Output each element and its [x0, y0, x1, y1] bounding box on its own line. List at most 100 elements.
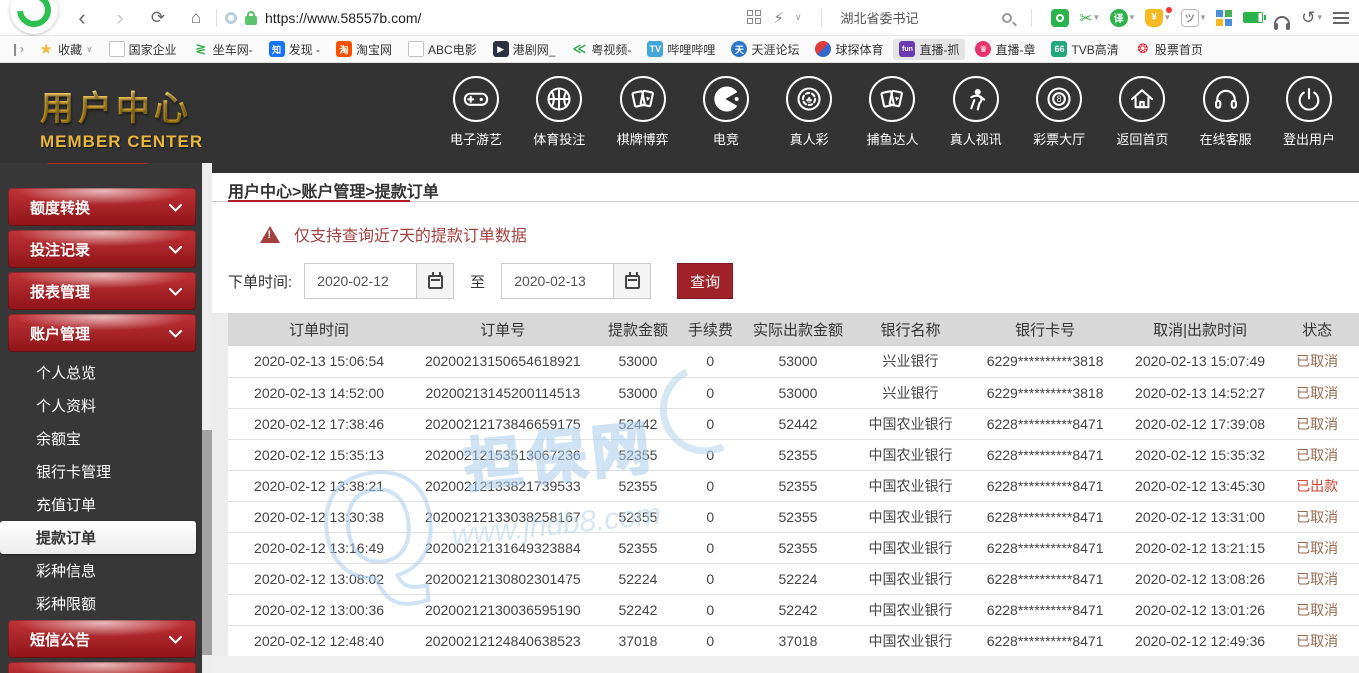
- nav-item-真人彩[interactable]: ♣ 真人彩: [773, 76, 845, 148]
- nav-item-彩票大厅[interactable]: 8 彩票大厅: [1023, 76, 1095, 148]
- bookmark-label: 股票首页: [1155, 41, 1203, 58]
- table-cell: 2020-02-12 13:30:38: [228, 501, 410, 532]
- reload-icon[interactable]: ⟳: [146, 8, 170, 28]
- table-row: 2020-02-12 13:16:49202002121316493238845…: [228, 532, 1359, 563]
- game-center-icon[interactable]: ツ▾: [1181, 9, 1206, 27]
- bookmark-favicon: ★: [38, 41, 54, 57]
- sidebar-item-彩种限额[interactable]: 彩种限额: [0, 587, 202, 620]
- person-icon: [953, 76, 999, 122]
- calendar-icon[interactable]: [416, 264, 453, 298]
- nav-item-在线客服[interactable]: 在线客服: [1190, 76, 1262, 148]
- sidebar-section-投注记录[interactable]: 投注记录: [8, 230, 196, 268]
- browser-logo-icon[interactable]: [10, 0, 58, 34]
- sidebar-item-充值订单[interactable]: 充值订单: [0, 488, 202, 521]
- headset-icon: [1203, 76, 1249, 122]
- bookmark-item[interactable]: 66TVB高清: [1045, 39, 1124, 60]
- warning-text: 仅支持查询近7天的提款订单数据: [294, 222, 527, 246]
- sidebar-item-彩种信息[interactable]: 彩种信息: [0, 554, 202, 587]
- nav-item-捕鱼达人[interactable]: ♥ 捕鱼达人: [856, 76, 928, 148]
- status-cell: 已取消: [1275, 563, 1359, 594]
- sidebar-section-短信公告[interactable]: 短信公告: [8, 620, 196, 658]
- home-icon[interactable]: ⌂: [184, 8, 208, 28]
- sidebar-section-优惠活动[interactable]: 优惠活动: [8, 662, 196, 673]
- calendar-icon[interactable]: [613, 264, 650, 298]
- nav-item-登出用户[interactable]: 登出用户: [1273, 76, 1345, 148]
- nav-item-真人视讯[interactable]: 真人视讯: [940, 76, 1012, 148]
- collapse-sidebar-icon[interactable]: ❙›: [6, 42, 28, 56]
- bookmark-item[interactable]: 天天涯论坛: [725, 39, 805, 60]
- forward-icon[interactable]: ›: [108, 8, 132, 28]
- sidebar-section-label: 投注记录: [30, 239, 90, 260]
- sidebar-section-报表管理[interactable]: 报表管理: [8, 272, 196, 310]
- translate-icon[interactable]: 译▾: [1110, 9, 1135, 27]
- bookmark-item[interactable]: 淘淘宝网: [330, 39, 398, 60]
- search-icon[interactable]: [1002, 13, 1012, 23]
- sidebar-clipped-button: [45, 163, 150, 164]
- table-cell: 52242: [596, 594, 681, 625]
- breadcrumb: 用户中心>账户管理>提款订单: [228, 178, 439, 202]
- status-cell: 已出款: [1275, 470, 1359, 501]
- back-icon[interactable]: ‹: [70, 8, 94, 28]
- bookmark-item[interactable]: TV哔哩哔哩: [641, 39, 721, 60]
- date-to-input[interactable]: 2020-02-13: [501, 263, 651, 299]
- nav-item-电竞[interactable]: 电竞: [690, 76, 762, 148]
- bookmark-item[interactable]: ▶港剧网_: [487, 39, 562, 60]
- sidebar-section-额度转换[interactable]: 额度转换: [8, 188, 196, 226]
- sidebar-item-银行卡管理[interactable]: 银行卡管理: [0, 455, 202, 488]
- sidebar-item-个人总览[interactable]: 个人总览: [0, 356, 202, 389]
- table-cell: 20200212133038258167: [410, 501, 595, 532]
- sidebar-item-余额宝[interactable]: 余额宝: [0, 422, 202, 455]
- address-bar[interactable]: https://www.58557b.com/: [265, 10, 421, 26]
- quick-launch-dropdown-icon[interactable]: ∨: [795, 12, 802, 23]
- nav-item-label: 登出用户: [1283, 129, 1335, 148]
- bookmark-item[interactable]: ♛直播-章: [969, 39, 1041, 60]
- bookmark-item[interactable]: ★收藏∨: [32, 39, 99, 60]
- nav-item-体育投注[interactable]: 体育投注: [523, 76, 595, 148]
- query-button[interactable]: 查询: [677, 263, 733, 299]
- sidebar-item-个人资料[interactable]: 个人资料: [0, 389, 202, 422]
- table-cell: 53000: [740, 346, 855, 377]
- table-cell: 中国农业银行: [856, 501, 966, 532]
- table-row: 2020-02-12 12:48:40202002121248406385233…: [228, 625, 1359, 656]
- nav-item-电子游艺[interactable]: 电子游艺: [440, 76, 512, 148]
- bookmark-item[interactable]: ≷坐车网-: [187, 39, 259, 60]
- bookmark-item[interactable]: 国家企业: [103, 39, 183, 60]
- table-cell: 中国农业银行: [856, 439, 966, 470]
- browser-brand-icon[interactable]: [1051, 9, 1069, 27]
- screenshot-scissors-icon[interactable]: ✂▾: [1080, 9, 1099, 27]
- sidebar-item-提款订单[interactable]: 提款订单: [0, 521, 196, 554]
- bookmark-item[interactable]: ≪粤视频-: [565, 39, 637, 60]
- bookmark-item[interactable]: ABC电影: [402, 39, 483, 60]
- bookmark-item[interactable]: ❂股票首页: [1129, 39, 1209, 60]
- table-cell: 37018: [740, 625, 855, 656]
- bookmark-label: TVB高清: [1071, 41, 1118, 58]
- browser-toolbar: ‹ › ⟳ ⌂ https://www.58557b.com/ ⚡ ∨ 湖北省委…: [0, 0, 1359, 36]
- date-from-input[interactable]: 2020-02-12: [304, 263, 454, 299]
- nav-item-返回首页[interactable]: 返回首页: [1106, 76, 1178, 148]
- headphones-icon[interactable]: [1274, 16, 1290, 26]
- bookmark-item[interactable]: fun直播-抓: [893, 39, 965, 60]
- apps-grid-icon[interactable]: [747, 10, 762, 25]
- bookmarks-bar: ❙› ★收藏∨国家企业≷坐车网-知发现 -淘淘宝网ABC电影▶港剧网_≪粤视频-…: [0, 36, 1359, 63]
- bookmark-label: 哔哩哔哩: [667, 41, 715, 58]
- member-center-logo[interactable]: 用户中心 MEMBER CENTER: [40, 81, 203, 152]
- toolbar-search-input[interactable]: 湖北省委书记: [841, 8, 991, 27]
- battery-icon[interactable]: [1243, 12, 1263, 23]
- extensions-grid-icon[interactable]: [1216, 10, 1232, 26]
- menu-icon[interactable]: [1333, 12, 1349, 24]
- bookmark-item[interactable]: 球探体育: [809, 39, 889, 60]
- table-cell: 20200213150654618921: [410, 346, 595, 377]
- sidebar-section-账户管理[interactable]: 账户管理: [8, 314, 196, 352]
- nav-item-棋牌博弈[interactable]: ♥ 棋牌博弈: [607, 76, 679, 148]
- bookmark-favicon: [408, 41, 424, 57]
- wallet-shield-icon[interactable]: ¥▾: [1145, 9, 1170, 27]
- quick-launch-icon[interactable]: ⚡: [773, 9, 784, 27]
- table-cell: 2020-02-13 15:07:49: [1125, 346, 1275, 377]
- bookmark-item[interactable]: 知发现 -: [263, 39, 326, 60]
- column-header: 取消|出款时间: [1125, 313, 1275, 346]
- status-cell: 已取消: [1275, 346, 1359, 377]
- undo-icon[interactable]: ↺▾: [1301, 8, 1322, 28]
- status-cell: 已取消: [1275, 439, 1359, 470]
- sidebar-scrollbar-thumb[interactable]: [202, 430, 212, 655]
- site-info-icon[interactable]: [225, 12, 237, 24]
